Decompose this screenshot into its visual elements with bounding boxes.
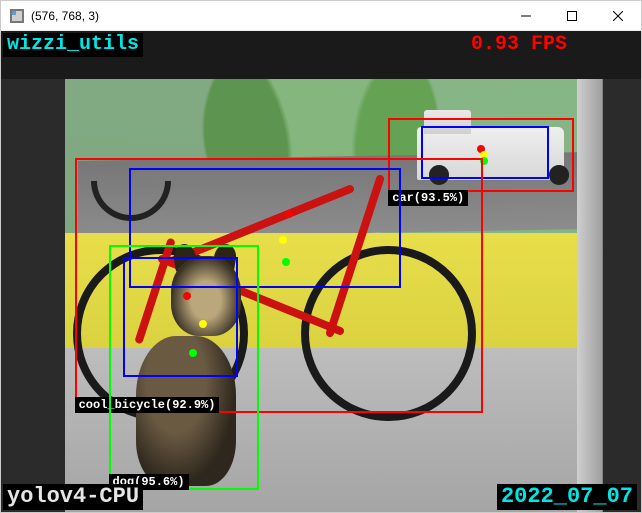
app-icon [9, 8, 25, 24]
app-window: (576, 768, 3) [0, 0, 642, 513]
overlay-top-left: wizzi_utils [3, 33, 143, 57]
image-canvas: car(93.5%)cool_bicycle(92.9%)dog(95.6%) … [1, 31, 641, 512]
close-button[interactable] [595, 1, 641, 30]
maximize-button[interactable] [549, 1, 595, 30]
overlay-top-right: 0.93 FPS [467, 33, 571, 57]
center-dot-cool_bicycle-2 [282, 258, 290, 266]
center-dot-dog-1 [199, 320, 207, 328]
center-dot-dog-2 [189, 349, 197, 357]
center-dot-cool_bicycle-0 [285, 210, 293, 218]
window-controls [503, 1, 641, 30]
overlay-bottom-left: yolov4-CPU [3, 484, 143, 510]
inner-bbox-dog [123, 257, 238, 377]
overlay-bottom-right: 2022_07_07 [497, 484, 637, 510]
titlebar: (576, 768, 3) [1, 1, 641, 31]
window-title: (576, 768, 3) [31, 9, 503, 23]
minimize-button[interactable] [503, 1, 549, 30]
center-dot-cool_bicycle-1 [279, 236, 287, 244]
center-dot-dog-0 [183, 292, 191, 300]
